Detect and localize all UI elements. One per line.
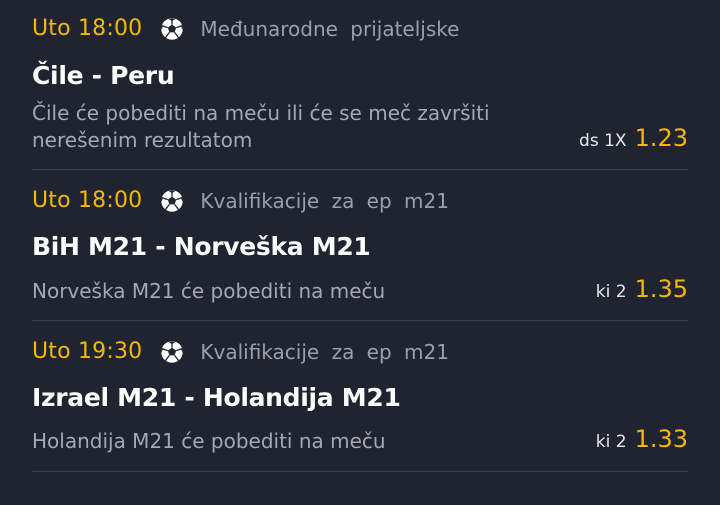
- match-time: Uto 18:00: [32, 188, 143, 213]
- bet-type: ki 2: [595, 432, 627, 452]
- match-card[interactable]: Uto 19:30 Kvalifikacije za ep m21 Izrael…: [0, 322, 720, 472]
- match-teams: Izrael M21 - Holandija M21: [32, 383, 401, 412]
- divider: [32, 320, 688, 321]
- soccer-ball-icon: [160, 189, 184, 213]
- bet-pick[interactable]: ki 2 1.35: [596, 275, 688, 303]
- bet-description-line1: Holandija M21 će pobediti na meču: [32, 429, 386, 453]
- bet-description-line1: Norveška M21 će pobediti na meču: [32, 279, 386, 303]
- divider: [32, 471, 688, 472]
- bet-description-line2: nerešenim rezultatom: [32, 128, 253, 152]
- bet-pick[interactable]: ki 2 1.33: [596, 425, 688, 453]
- bet-type: ds 1X: [579, 131, 627, 151]
- bet-type: ki 2: [595, 282, 627, 302]
- match-list: Uto 18:00 Međunarodne prijateljske Čile …: [0, 0, 720, 505]
- match-meta: Uto 18:00 Međunarodne prijateljske: [32, 16, 459, 41]
- match-time: Uto 19:30: [32, 339, 143, 364]
- match-card[interactable]: Uto 18:00 Kvalifikacije za ep m21 BiH M2…: [0, 171, 720, 321]
- divider: [32, 169, 688, 170]
- match-meta: Uto 18:00 Kvalifikacije za ep m21: [32, 188, 449, 213]
- bet-pick[interactable]: ds 1X 1.23: [579, 124, 688, 152]
- match-time: Uto 18:00: [32, 16, 143, 41]
- league-name: Kvalifikacije za ep m21: [200, 188, 449, 213]
- bet-odd: 1.35: [634, 275, 688, 303]
- bet-odd: 1.33: [634, 425, 688, 453]
- bet-odd: 1.23: [634, 124, 688, 152]
- soccer-ball-icon: [160, 17, 184, 41]
- league-name: Kvalifikacije za ep m21: [200, 339, 449, 364]
- match-meta: Uto 19:30 Kvalifikacije za ep m21: [32, 339, 449, 364]
- match-teams: BiH M21 - Norveška M21: [32, 232, 371, 261]
- soccer-ball-icon: [160, 340, 184, 364]
- match-teams: Čile - Peru: [32, 61, 175, 90]
- league-name: Međunarodne prijateljske: [200, 16, 460, 41]
- bet-description-line1: Čile će pobediti na meču ili će se meč z…: [32, 101, 490, 125]
- match-card[interactable]: Uto 18:00 Međunarodne prijateljske Čile …: [0, 0, 720, 170]
